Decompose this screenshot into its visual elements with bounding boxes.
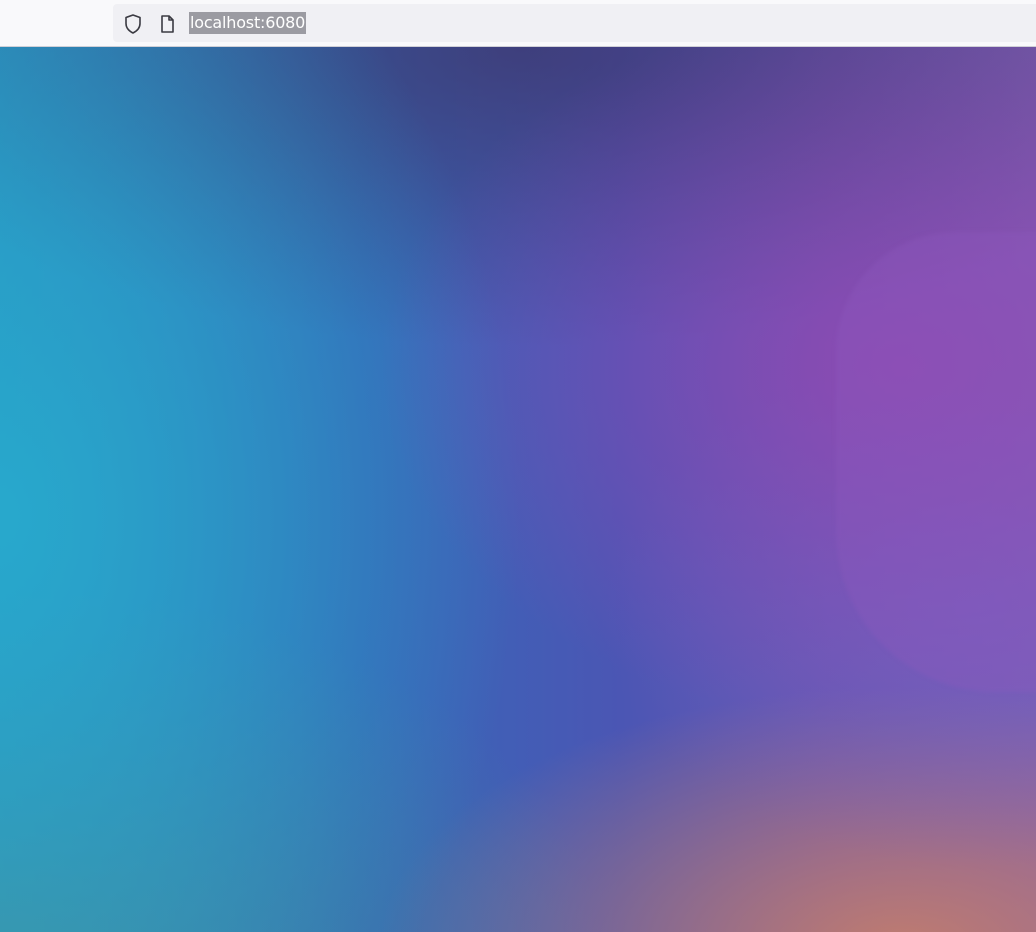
browser-toolbar: localhost:6080: [0, 0, 1036, 47]
url-text[interactable]: localhost:6080: [189, 12, 307, 34]
desktop-background: [0, 47, 1036, 932]
page-icon: [156, 13, 178, 35]
background-shape: [836, 232, 1036, 692]
address-bar[interactable]: localhost:6080: [113, 4, 1036, 42]
shield-icon[interactable]: [122, 13, 144, 35]
